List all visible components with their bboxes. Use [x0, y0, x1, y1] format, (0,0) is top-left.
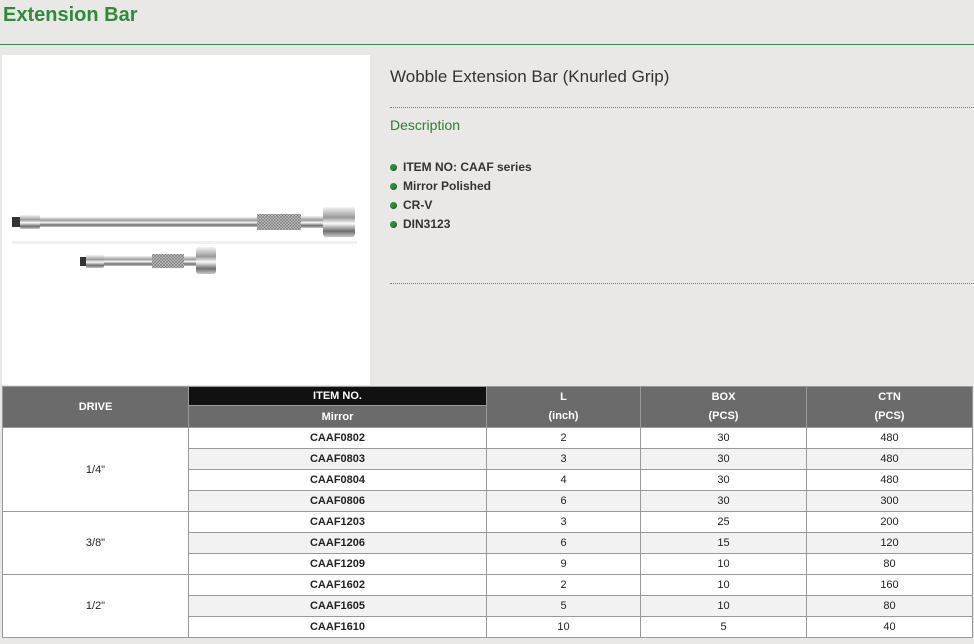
box-cell: 15 [640, 532, 807, 554]
ctn-cell: 300 [806, 490, 973, 512]
dotted-divider [390, 283, 974, 284]
l-cell: 6 [486, 490, 641, 512]
drive-cell: 1/2" [2, 574, 189, 638]
l-cell: 5 [486, 595, 641, 617]
box-cell: 10 [640, 574, 807, 596]
feature-item: Mirror Polished [390, 177, 532, 196]
bullet-icon [390, 164, 397, 171]
ctn-cell: 40 [806, 616, 973, 638]
item-cell: CAAF0803 [188, 448, 487, 470]
ctn-cell: 80 [806, 553, 973, 575]
box-cell: 30 [640, 427, 807, 449]
l-cell: 10 [486, 616, 641, 638]
title-divider [0, 44, 974, 45]
spec-table: DRIVE ITEM NO. L (inch) BOX (PCS) CTN (PCS)… [2, 386, 973, 638]
item-cell: CAAF1610 [188, 616, 487, 638]
header-item-no: ITEM NO. [188, 386, 487, 406]
product-name: Wobble Extension Bar (Knurled Grip) [390, 67, 670, 86]
item-cell: CAAF1602 [188, 574, 487, 596]
extension-bar-illustration [12, 207, 357, 274]
box-cell: 10 [640, 553, 807, 575]
table-row: 3/8" CAAF1203 3 25 200 [2, 511, 973, 575]
header-box: BOX (PCS) [640, 386, 807, 428]
item-cell: CAAF0804 [188, 469, 487, 491]
ctn-cell: 80 [806, 595, 973, 617]
header-drive: DRIVE [2, 386, 189, 428]
table-row: 1/2" CAAF1602 2 10 160 [2, 574, 973, 638]
l-cell: 3 [486, 511, 641, 533]
item-cell: CAAF0806 [188, 490, 487, 512]
bullet-icon [390, 183, 397, 190]
header-finish: Mirror [188, 405, 487, 428]
box-cell: 10 [640, 595, 807, 617]
feature-item: CR-V [390, 196, 532, 215]
dotted-divider [390, 107, 974, 108]
ctn-cell: 480 [806, 469, 973, 491]
feature-list: ITEM NO: CAAF series Mirror Polished CR-… [390, 158, 532, 234]
product-image [2, 55, 370, 385]
l-cell: 4 [486, 469, 641, 491]
drive-cell: 1/4" [2, 427, 189, 512]
item-cell: CAAF1605 [188, 595, 487, 617]
table-row: 1/4" CAAF0802 2 30 480 [2, 427, 973, 512]
box-cell: 30 [640, 469, 807, 491]
ctn-cell: 120 [806, 532, 973, 554]
drive-cell: 3/8" [2, 511, 189, 575]
header-ctn: CTN (PCS) [806, 386, 973, 428]
l-cell: 2 [486, 427, 641, 449]
l-cell: 9 [486, 553, 641, 575]
ctn-cell: 480 [806, 427, 973, 449]
feature-item: ITEM NO: CAAF series [390, 158, 532, 177]
ctn-cell: 480 [806, 448, 973, 470]
item-cell: CAAF0802 [188, 427, 487, 449]
header-l: L (inch) [486, 386, 641, 428]
description-heading: Description [390, 117, 461, 133]
l-cell: 6 [486, 532, 641, 554]
ctn-cell: 160 [806, 574, 973, 596]
box-cell: 30 [640, 490, 807, 512]
bullet-icon [390, 202, 397, 209]
box-cell: 5 [640, 616, 807, 638]
box-cell: 30 [640, 448, 807, 470]
item-cell: CAAF1206 [188, 532, 487, 554]
feature-item: DIN3123 [390, 215, 532, 234]
box-cell: 25 [640, 511, 807, 533]
bullet-icon [390, 221, 397, 228]
page-title: Extension Bar [3, 4, 138, 26]
item-cell: CAAF1209 [188, 553, 487, 575]
l-cell: 3 [486, 448, 641, 470]
l-cell: 2 [486, 574, 641, 596]
ctn-cell: 200 [806, 511, 973, 533]
item-cell: CAAF1203 [188, 511, 487, 533]
